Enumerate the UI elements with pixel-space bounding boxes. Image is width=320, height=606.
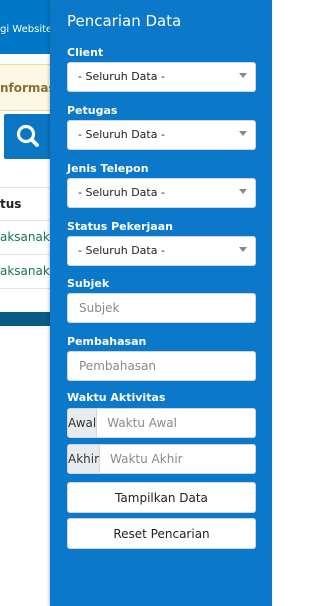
jenis-telepon-select-value: - Seluruh Data - — [78, 186, 165, 199]
client-label: Client — [67, 46, 104, 59]
table-cell-status: aksanako — [0, 230, 57, 244]
tampilkan-data-button[interactable]: Tampilkan Data — [67, 482, 256, 513]
table-header-status: tus — [0, 197, 22, 211]
table-cell-status: aksanako — [0, 264, 57, 278]
reset-pencarian-button[interactable]: Reset Pencarian — [67, 518, 256, 549]
search-filter-panel: Pencarian Data Client - Seluruh Data - P… — [50, 0, 272, 606]
pembahasan-input[interactable] — [67, 351, 256, 381]
subjek-label: Subjek — [67, 277, 110, 290]
petugas-select-value: - Seluruh Data - — [78, 128, 165, 141]
chevron-down-icon — [239, 73, 247, 78]
petugas-label: Petugas — [67, 104, 118, 117]
chevron-down-icon — [239, 189, 247, 194]
jenis-telepon-label: Jenis Telepon — [67, 162, 149, 175]
client-select[interactable]: - Seluruh Data - — [67, 62, 256, 92]
search-icon — [16, 124, 39, 147]
waktu-awal-input[interactable] — [97, 409, 255, 437]
waktu-awal-group: Awal — [67, 408, 256, 438]
search-button[interactable] — [4, 114, 54, 159]
chevron-down-icon — [239, 247, 247, 252]
waktu-akhir-group: Akhir — [67, 444, 256, 474]
waktu-aktivitas-label: Waktu Aktivitas — [67, 391, 166, 404]
jenis-telepon-select[interactable]: - Seluruh Data - — [67, 178, 256, 208]
waktu-awal-addon: Awal — [68, 409, 98, 437]
status-pekerjaan-label: Status Pekerjaan — [67, 220, 173, 233]
client-select-value: - Seluruh Data - — [78, 70, 165, 83]
pembahasan-label: Pembahasan — [67, 335, 147, 348]
petugas-select[interactable]: - Seluruh Data - — [67, 120, 256, 150]
chevron-down-icon — [239, 131, 247, 136]
status-pekerjaan-select[interactable]: - Seluruh Data - — [67, 236, 256, 266]
waktu-akhir-addon: Akhir — [68, 445, 101, 473]
subjek-input[interactable] — [67, 293, 256, 323]
status-pekerjaan-select-value: - Seluruh Data - — [78, 244, 165, 257]
waktu-akhir-input[interactable] — [100, 445, 255, 473]
panel-title: Pencarian Data — [67, 12, 182, 30]
